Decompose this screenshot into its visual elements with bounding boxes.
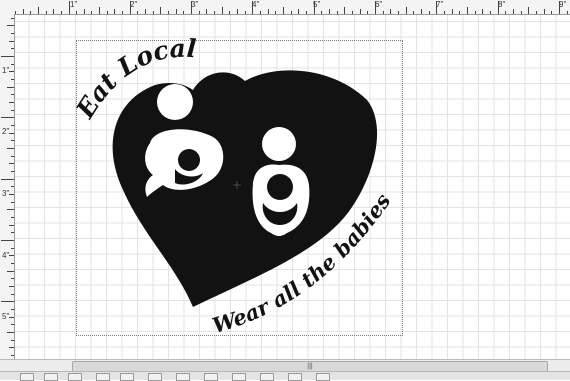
- parent-head-icon: [157, 84, 193, 120]
- horizontal-ruler[interactable]: 1" 2" 3" 4" 5" 6" 7" 8" 9": [0, 0, 570, 15]
- toolbar-button-6[interactable]: [148, 373, 162, 381]
- toolbar-button-10[interactable]: [260, 373, 274, 381]
- toolbar-button-11[interactable]: [288, 373, 302, 381]
- scrollbar-grip: |||: [307, 363, 313, 370]
- ruler-label-left-4: 4": [2, 251, 10, 260]
- toolbar-button-12[interactable]: [316, 373, 330, 381]
- toolbar-button-2[interactable]: [44, 373, 58, 381]
- toolbar-button-8[interactable]: [204, 373, 218, 381]
- ruler-label-8: 8": [498, 0, 506, 9]
- ruler-ticks-horizontal: [15, 1, 568, 14]
- baby-head-icon: [178, 149, 200, 171]
- toolbar-button-7[interactable]: [176, 373, 190, 381]
- ruler-label-6: 6": [375, 0, 383, 9]
- vertical-ruler[interactable]: 1" 2" 3" 4" 5": [0, 14, 15, 359]
- ruler-label-3: 3": [191, 0, 199, 9]
- design-artwork[interactable]: Eat Local Wear all the babies: [15, 15, 570, 359]
- toolbar-button-9[interactable]: [232, 373, 246, 381]
- toolbar-button-3[interactable]: [68, 373, 82, 381]
- ruler-label-7: 7": [436, 0, 444, 9]
- wearer-head-icon: [262, 127, 296, 161]
- toolbar-button-4[interactable]: [96, 373, 110, 381]
- ruler-label-5: 5": [313, 0, 321, 9]
- design-canvas[interactable]: Eat Local Wear all the babies: [15, 15, 570, 359]
- carried-baby-head-icon: [267, 174, 293, 200]
- ruler-label-left-2: 2": [2, 127, 10, 136]
- ruler-label-2: 2": [130, 0, 138, 9]
- ruler-label-left-3: 3": [2, 189, 10, 198]
- ruler-label-left-1: 1": [2, 66, 10, 75]
- toolbar-button-1[interactable]: [20, 373, 34, 381]
- toolbar-button-5[interactable]: [120, 373, 134, 381]
- ruler-label-1: 1": [70, 0, 78, 9]
- ruler-label-4: 4": [252, 0, 260, 9]
- ruler-label-9: 9": [559, 0, 567, 9]
- ruler-label-left-5: 5": [2, 312, 10, 321]
